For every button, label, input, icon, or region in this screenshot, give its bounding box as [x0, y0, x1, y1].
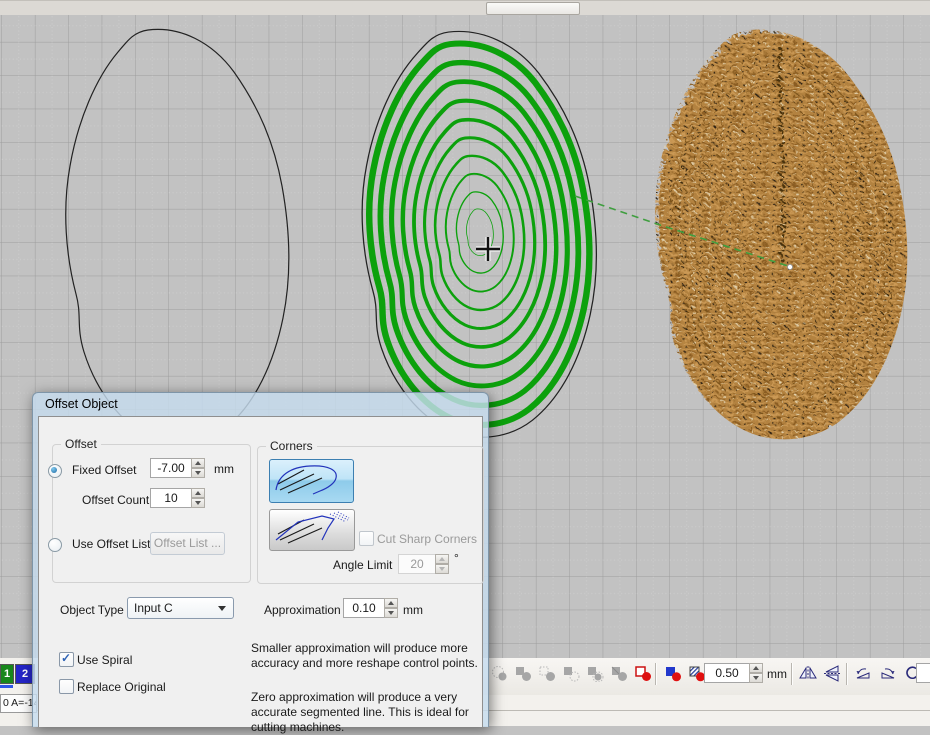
flip-vertical-icon[interactable] — [821, 662, 843, 684]
approximation-input[interactable]: 0.10 — [343, 598, 385, 618]
zero-approximation-note: Zero approximation will produce a very a… — [251, 690, 491, 735]
intersect-disabled-icon[interactable] — [584, 662, 606, 684]
use-offset-list-radio[interactable] — [48, 538, 62, 552]
replace-original-label: Replace Original — [77, 680, 166, 694]
use-spiral-label: Use Spiral — [77, 653, 132, 667]
angle-limit-unit: ° — [454, 551, 459, 565]
toolbar-separator — [655, 663, 657, 685]
object-type-label: Object Type — [60, 603, 124, 617]
fixed-offset-input[interactable]: -7.00 — [150, 458, 192, 478]
trim-disabled-icon[interactable] — [512, 662, 534, 684]
object-type-dropdown[interactable]: Input C — [127, 597, 234, 619]
approximation-label: Approximation — [264, 603, 341, 617]
remove-overlap-icon[interactable] — [632, 662, 654, 684]
fixed-offset-unit: mm — [214, 462, 234, 476]
toolbar-separator — [846, 663, 848, 685]
exclude-disabled-icon[interactable] — [608, 662, 630, 684]
fixed-offset-label: Fixed Offset — [72, 463, 136, 477]
corners-group-label: Corners — [266, 439, 317, 453]
sharp-corners-button[interactable] — [269, 509, 355, 551]
cut-sharp-corners-checkbox[interactable] — [359, 531, 374, 546]
angle-limit-label: Angle Limit — [333, 558, 392, 572]
subtract-disabled-icon[interactable] — [560, 662, 582, 684]
toolbar-angle-input[interactable] — [916, 663, 930, 683]
toolbar-offset-input[interactable]: 0.50 — [704, 663, 750, 683]
offset-count-stepper[interactable] — [191, 488, 205, 508]
rounded-corners-icon — [270, 460, 351, 500]
fixed-offset-radio[interactable] — [48, 464, 62, 478]
fill-object-icon[interactable] — [662, 662, 684, 684]
toolbar-offset-stepper[interactable] — [749, 663, 763, 683]
offset-count-input[interactable]: 10 — [150, 488, 192, 508]
palette-swatch-1[interactable]: 1 — [0, 664, 14, 684]
sharp-corners-icon — [270, 510, 352, 548]
merge-disabled-icon[interactable] — [536, 662, 558, 684]
toolbar-offset-unit: mm — [767, 667, 787, 681]
approximation-note: Smaller approximation will produce more … — [251, 641, 483, 671]
rotate-cw-45-icon[interactable] — [877, 662, 899, 684]
offset-list-button[interactable]: Offset List ... — [150, 532, 225, 555]
approximation-unit: mm — [403, 603, 423, 617]
color-palette: 1 2 — [0, 658, 34, 695]
offset-object-dialog: Offset Object Offset Fixed Offset -7.00 … — [32, 392, 489, 727]
current-color-underline — [0, 685, 13, 688]
use-spiral-checkbox[interactable] — [59, 652, 74, 667]
toolbar-separator — [791, 663, 793, 685]
angle-limit-input[interactable]: 20 — [398, 554, 436, 574]
flip-horizontal-icon[interactable] — [797, 662, 819, 684]
horizontal-scrollbar[interactable] — [0, 0, 930, 15]
use-offset-list-label: Use Offset List — [72, 537, 150, 551]
offset-group-label: Offset — [61, 437, 101, 451]
rounded-corners-button[interactable] — [269, 459, 354, 503]
dialog-title[interactable]: Offset Object — [33, 393, 488, 416]
rotate-ccw-45-icon[interactable] — [852, 662, 874, 684]
approximation-stepper[interactable] — [384, 598, 398, 618]
weld-disabled-icon[interactable] — [488, 662, 510, 684]
offset-count-label: Offset Count — [82, 493, 149, 507]
scrollbar-thumb[interactable] — [486, 2, 580, 15]
dialog-body: Offset Fixed Offset -7.00 mm Offset Coun… — [38, 416, 483, 727]
fixed-offset-stepper[interactable] — [191, 458, 205, 478]
angle-limit-stepper[interactable] — [435, 554, 449, 574]
replace-original-checkbox[interactable] — [59, 679, 74, 694]
cut-sharp-corners-label: Cut Sharp Corners — [377, 532, 477, 546]
